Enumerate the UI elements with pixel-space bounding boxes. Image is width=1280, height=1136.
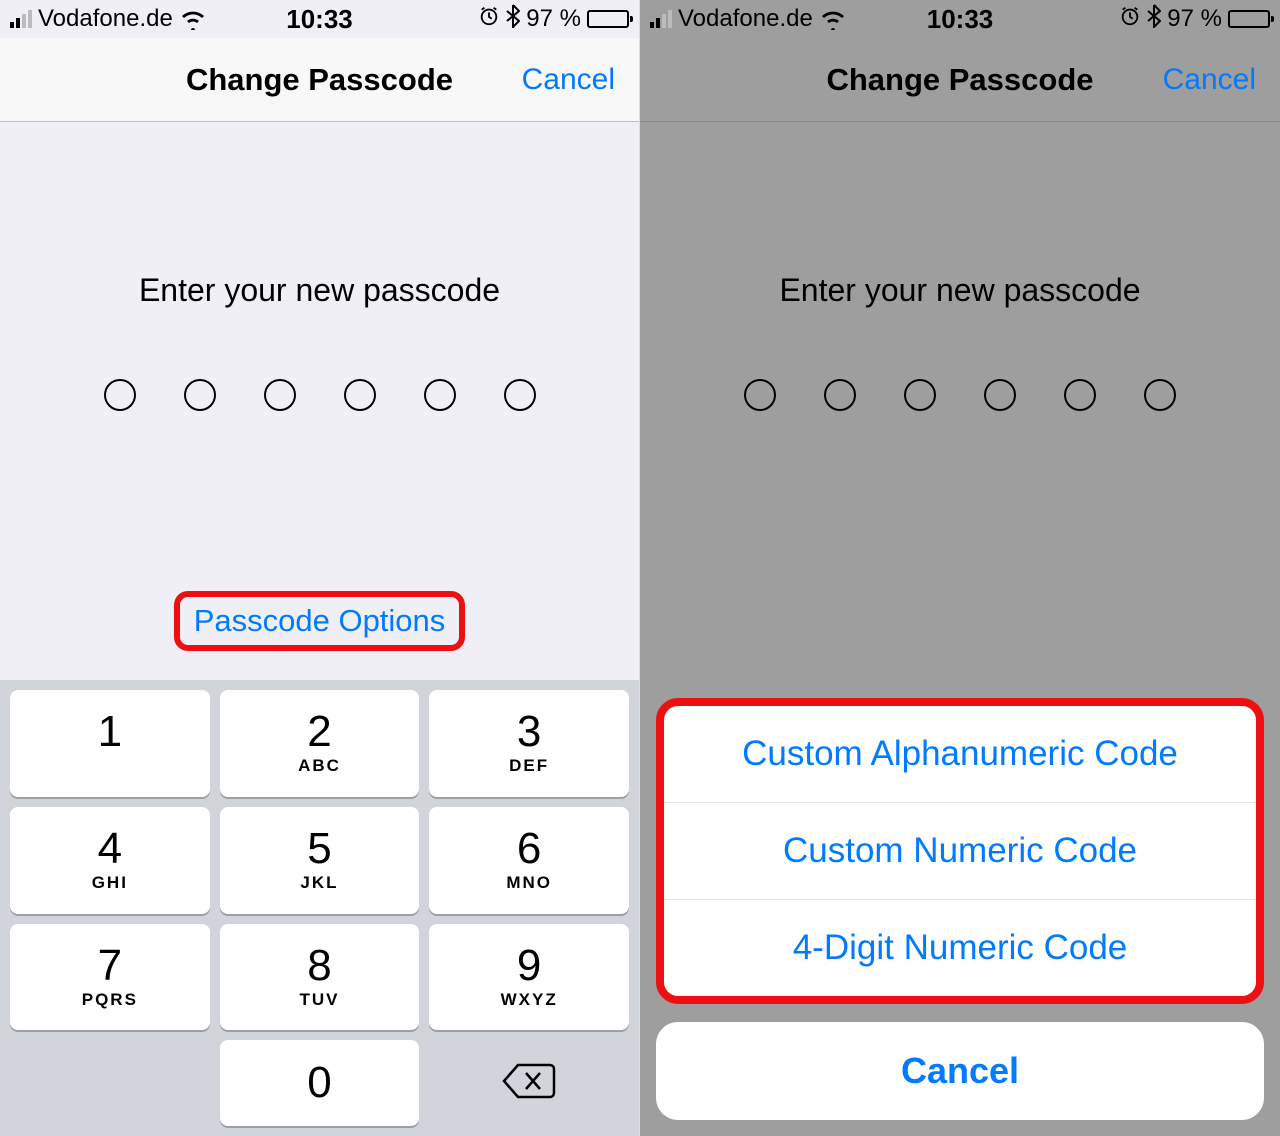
alarm-icon: [478, 5, 500, 33]
content-area: Enter your new passcode: [640, 122, 1280, 411]
keypad-key-7[interactable]: 7 PQRS: [10, 924, 210, 1031]
screen-passcode-entry: Vodafone.de 10:33 97 % Change Passcode C…: [0, 0, 640, 1136]
passcode-dot: [264, 379, 296, 411]
numeric-keypad: 1 2 ABC 3 DEF 4 GHI 5 JKL 6 MNO 7 PQRS 8: [0, 680, 639, 1136]
wifi-icon: [819, 8, 847, 30]
keypad-key-3[interactable]: 3 DEF: [429, 690, 629, 797]
action-sheet: Custom Alphanumeric Code Custom Numeric …: [656, 698, 1264, 1120]
battery-percentage: 97 %: [526, 5, 581, 33]
passcode-dot: [984, 379, 1016, 411]
highlight-annotation: Passcode Options: [174, 591, 466, 651]
keypad-key-5[interactable]: 5 JKL: [220, 807, 420, 914]
keypad-backspace-button[interactable]: [429, 1040, 629, 1126]
keypad-key-4[interactable]: 4 GHI: [10, 807, 210, 914]
cancel-button[interactable]: Cancel: [522, 63, 615, 97]
passcode-dots: [640, 379, 1280, 411]
option-custom-alphanumeric[interactable]: Custom Alphanumeric Code: [664, 706, 1256, 803]
keypad-key-1[interactable]: 1: [10, 690, 210, 797]
status-bar: Vodafone.de 10:33 97 %: [640, 0, 1280, 38]
page-title: Change Passcode: [826, 62, 1093, 98]
page-title: Change Passcode: [186, 62, 453, 98]
sheet-cancel-button[interactable]: Cancel: [656, 1022, 1264, 1120]
content-area: Enter your new passcode Passcode Options: [0, 122, 639, 651]
passcode-dot: [904, 379, 936, 411]
option-custom-numeric[interactable]: Custom Numeric Code: [664, 803, 1256, 900]
passcode-dot: [344, 379, 376, 411]
keypad-key-0[interactable]: 0: [220, 1040, 420, 1126]
wifi-icon: [179, 8, 207, 30]
passcode-dot: [1064, 379, 1096, 411]
status-right: 97 %: [478, 4, 629, 34]
keypad-key-9[interactable]: 9 WXYZ: [429, 924, 629, 1031]
status-time: 10:33: [927, 4, 994, 35]
passcode-dot: [824, 379, 856, 411]
carrier-name: Vodafone.de: [678, 5, 813, 33]
option-4digit-numeric[interactable]: 4-Digit Numeric Code: [664, 900, 1256, 996]
keypad-key-6[interactable]: 6 MNO: [429, 807, 629, 914]
keypad-key-8[interactable]: 8 TUV: [220, 924, 420, 1031]
passcode-dot: [104, 379, 136, 411]
battery-icon: [587, 10, 629, 28]
cancel-button[interactable]: Cancel: [1163, 63, 1256, 97]
passcode-dots: [0, 379, 639, 411]
passcode-dot: [424, 379, 456, 411]
keypad-blank: [10, 1040, 210, 1126]
passcode-dot: [1144, 379, 1176, 411]
battery-percentage: 97 %: [1167, 5, 1222, 33]
passcode-prompt: Enter your new passcode: [640, 272, 1280, 309]
bluetooth-icon: [506, 4, 520, 34]
cellular-signal-icon: [650, 10, 672, 28]
passcode-options-button[interactable]: Passcode Options: [194, 603, 446, 639]
battery-icon: [1228, 10, 1270, 28]
status-bar: Vodafone.de 10:33 97 %: [0, 0, 639, 38]
nav-header: Change Passcode Cancel: [640, 38, 1280, 122]
passcode-dot: [184, 379, 216, 411]
screen-passcode-options-sheet: Vodafone.de 10:33 97 % Change Passcode C…: [640, 0, 1280, 1136]
status-right: 97 %: [1119, 4, 1270, 34]
status-left: Vodafone.de: [10, 5, 207, 33]
passcode-prompt: Enter your new passcode: [0, 272, 639, 309]
passcode-dot: [504, 379, 536, 411]
alarm-icon: [1119, 5, 1141, 33]
carrier-name: Vodafone.de: [38, 5, 173, 33]
cellular-signal-icon: [10, 10, 32, 28]
highlight-annotation: Custom Alphanumeric Code Custom Numeric …: [656, 698, 1264, 1004]
passcode-dot: [744, 379, 776, 411]
backspace-icon: [502, 1061, 556, 1106]
nav-header: Change Passcode Cancel: [0, 38, 639, 122]
status-left: Vodafone.de: [650, 5, 847, 33]
status-time: 10:33: [286, 4, 353, 35]
keypad-key-2[interactable]: 2 ABC: [220, 690, 420, 797]
bluetooth-icon: [1147, 4, 1161, 34]
